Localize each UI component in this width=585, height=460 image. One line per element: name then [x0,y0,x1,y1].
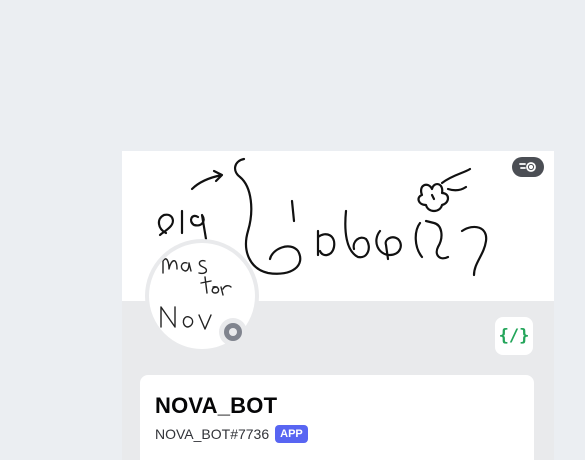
status-indicator [219,318,247,346]
profile-card: {/} NOVA_BOT NOVA_BOT#7736 APP [122,151,554,460]
profile-info-panel: NOVA_BOT NOVA_BOT#7736 APP [140,375,534,460]
developer-badge-glyph: {/} [498,326,530,346]
developer-badge-icon[interactable]: {/} [495,317,533,355]
display-name: NOVA_BOT [155,393,278,418]
username-row: NOVA_BOT#7736 APP [155,425,308,443]
banner-toggle-icon[interactable] [512,157,544,177]
offline-status-icon [224,323,242,341]
app-badge: APP [275,425,308,443]
user-tag[interactable]: NOVA_BOT#7736 [155,426,269,442]
